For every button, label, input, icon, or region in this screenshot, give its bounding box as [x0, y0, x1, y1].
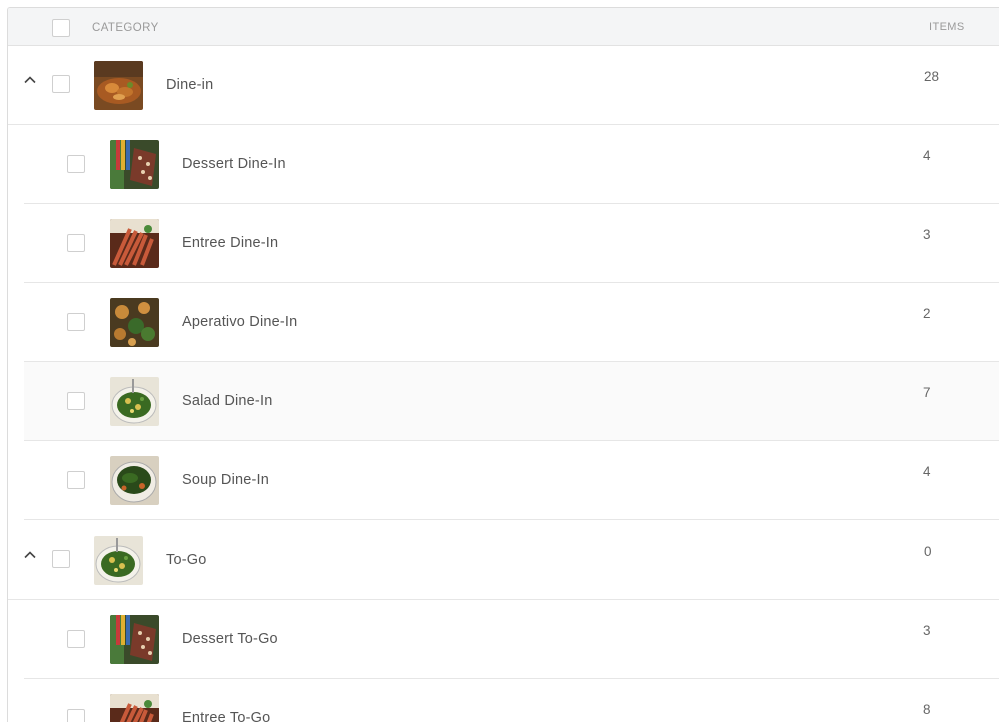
category-thumbnail: [110, 456, 159, 505]
table-row[interactable]: Soup Dine-In 4: [24, 441, 999, 520]
table-row[interactable]: Entree To-Go 8: [24, 679, 999, 722]
table-row[interactable]: Dine-in 28: [8, 46, 999, 125]
row-checkbox[interactable]: [67, 313, 85, 331]
row-checkbox[interactable]: [67, 630, 85, 648]
row-checkbox[interactable]: [67, 392, 85, 410]
item-count: 28: [924, 69, 940, 84]
table-row[interactable]: To-Go 0: [8, 521, 999, 600]
row-checkbox[interactable]: [67, 471, 85, 489]
item-count: 0: [924, 544, 932, 559]
category-thumbnail: [94, 536, 143, 585]
category-column-header[interactable]: CATEGORY: [92, 22, 159, 34]
select-all-checkbox[interactable]: [52, 19, 70, 37]
category-thumbnail: [110, 694, 159, 722]
item-count: 4: [923, 148, 931, 163]
item-count: 3: [923, 227, 931, 242]
collapse-chevron-icon[interactable]: [22, 72, 38, 88]
item-count: 3: [923, 623, 931, 638]
row-checkbox[interactable]: [52, 550, 70, 568]
row-checkbox[interactable]: [67, 709, 85, 722]
item-count: 8: [923, 702, 931, 717]
category-table: CATEGORY ITEMS Dine-in 28 Dessert Dine-I…: [7, 7, 999, 722]
table-row[interactable]: Entree Dine-In 3: [24, 204, 999, 283]
category-name[interactable]: Soup Dine-In: [182, 472, 269, 488]
row-checkbox[interactable]: [67, 155, 85, 173]
items-column-header[interactable]: ITEMS: [929, 21, 965, 33]
item-count: 2: [923, 306, 931, 321]
row-checkbox[interactable]: [52, 75, 70, 93]
table-header: CATEGORY ITEMS: [8, 8, 999, 46]
category-thumbnail: [110, 377, 159, 426]
category-name[interactable]: Salad Dine-In: [182, 393, 272, 409]
category-thumbnail: [110, 219, 159, 268]
table-row[interactable]: Aperativo Dine-In 2: [24, 283, 999, 362]
category-thumbnail: [110, 298, 159, 347]
category-thumbnail: [94, 61, 143, 110]
table-row[interactable]: Dessert Dine-In 4: [24, 125, 999, 204]
item-count: 4: [923, 464, 931, 479]
category-name[interactable]: Dessert Dine-In: [182, 156, 286, 172]
table-row[interactable]: Dessert To-Go 3: [24, 600, 999, 679]
table-row[interactable]: Salad Dine-In 7: [24, 362, 999, 441]
category-thumbnail: [110, 140, 159, 189]
category-thumbnail: [110, 615, 159, 664]
category-name[interactable]: Entree Dine-In: [182, 235, 278, 251]
row-checkbox[interactable]: [67, 234, 85, 252]
category-name[interactable]: Aperativo Dine-In: [182, 314, 297, 330]
category-name[interactable]: Dessert To-Go: [182, 631, 278, 647]
category-name[interactable]: Dine-in: [166, 77, 213, 93]
item-count: 7: [923, 385, 931, 400]
category-name[interactable]: To-Go: [166, 552, 207, 568]
collapse-chevron-icon[interactable]: [22, 547, 38, 563]
category-name[interactable]: Entree To-Go: [182, 710, 270, 722]
